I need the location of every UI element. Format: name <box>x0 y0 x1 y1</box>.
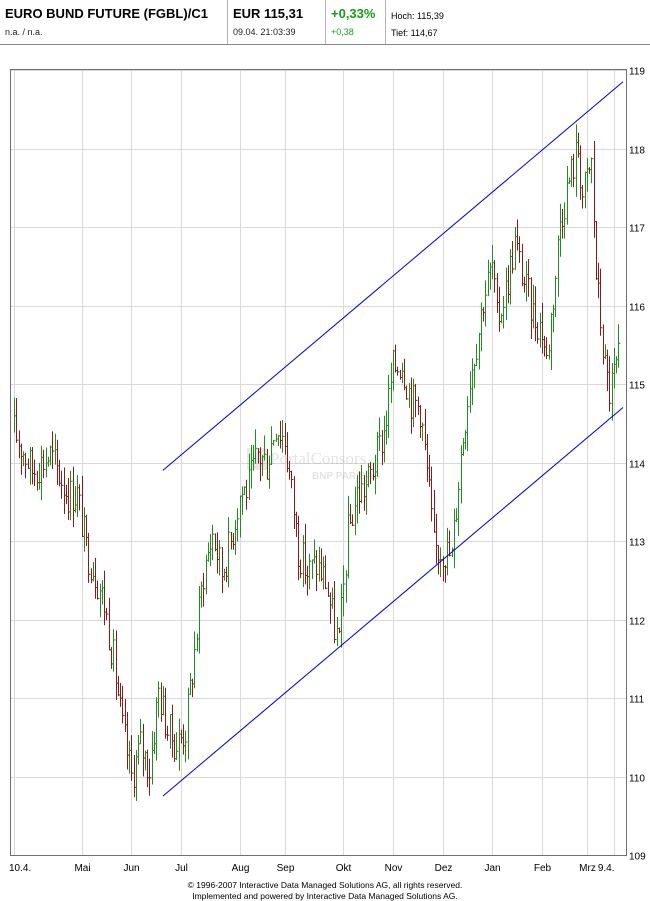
y-tick-label: 114 <box>629 460 645 471</box>
x-tick-label: Jun <box>123 863 139 874</box>
y-axis: 109 110 111 112 113 114 115 116 117 118 119 <box>629 67 646 863</box>
y-tick-label: 112 <box>629 617 645 628</box>
x-tick-label: Jan <box>484 863 500 874</box>
x-tick-label: Mrz <box>579 863 596 874</box>
x-tick-label: Jul <box>175 863 188 874</box>
y-tick-label: 111 <box>629 695 645 706</box>
x-tick-label: Aug <box>232 863 250 874</box>
x-tick-label: Mai <box>74 863 90 874</box>
trend-line <box>162 407 624 797</box>
copyright-line: © 1996-2007 Interactive Data Managed Sol… <box>187 880 463 890</box>
x-tick-label: Nov <box>385 863 403 874</box>
x-tick-label: 9.4. <box>598 863 615 874</box>
price-chart: PortalConsors BNP PARIBAS 109 110 111 112 11… <box>9 67 646 875</box>
y-tick-label: 109 <box>629 852 646 863</box>
trend-channel <box>162 81 624 797</box>
y-tick-label: 117 <box>629 224 645 235</box>
y-tick-label: 115 <box>629 381 645 392</box>
x-tick-label: Okt <box>336 863 352 874</box>
x-tick-label: Feb <box>534 863 552 874</box>
x-axis: 10.4. Mai Jun Jul Aug Sep Okt Nov Dez Jan Feb Mrz 9.… <box>9 863 615 874</box>
x-tick-label: 10.4. <box>9 863 31 874</box>
watermark-text: PortalConsors <box>270 449 366 468</box>
y-tick-label: 119 <box>629 67 645 78</box>
trend-line <box>162 81 624 471</box>
y-tick-label: 116 <box>629 303 645 314</box>
watermark-logo: PortalConsors BNP PARIBAS <box>247 448 380 482</box>
x-tick-label: Dez <box>435 863 453 874</box>
y-tick-label: 118 <box>629 146 645 157</box>
x-tick-label: Sep <box>277 863 295 874</box>
y-tick-label: 110 <box>629 774 645 785</box>
y-tick-label: 113 <box>629 538 645 549</box>
